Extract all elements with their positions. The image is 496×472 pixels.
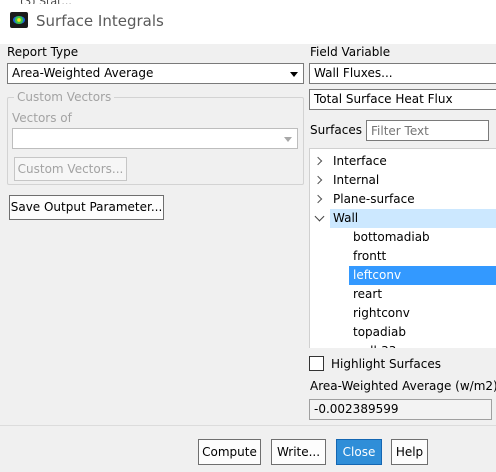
result-value-field: -0.002389599 [309, 399, 492, 420]
chevron-right-icon [313, 194, 323, 204]
close-button[interactable]: Close [336, 439, 382, 465]
write-button[interactable]: Write... [271, 439, 326, 465]
tree-item-reart[interactable]: reart [310, 285, 496, 304]
tree-group-label: Interface [333, 154, 387, 168]
tree-item-wall-33[interactable]: wall-33 [310, 342, 496, 348]
vectors-of-label: Vectors of [12, 111, 72, 125]
surfaces-filter-input[interactable] [366, 120, 489, 141]
chevron-right-icon [313, 156, 323, 166]
tree-item-label: rightconv [353, 306, 410, 320]
report-type-label: Report Type [7, 45, 79, 59]
save-output-parameter-button[interactable]: Save Output Parameter... [9, 195, 164, 220]
divider [0, 425, 496, 426]
tree-item-topadiab[interactable]: topadiab [310, 323, 496, 342]
chevron-right-icon [313, 175, 323, 185]
tree-item-label: leftconv [353, 268, 402, 282]
field-variable-category-dropdown[interactable]: Wall Fluxes... [309, 63, 496, 84]
tree-group-label: Internal [333, 173, 380, 187]
report-type-dropdown[interactable]: Area-Weighted Average [7, 63, 304, 84]
field-variable-dropdown[interactable]: Total Surface Heat Flux [309, 89, 496, 110]
highlight-surfaces-checkbox[interactable] [309, 356, 324, 371]
compute-button[interactable]: Compute [198, 439, 261, 465]
tree-item-label: bottomadiab [353, 230, 430, 244]
fluent-app-icon [10, 12, 28, 28]
chevron-down-icon [284, 137, 292, 142]
chevron-down-icon [290, 72, 298, 77]
tree-item-rightconv[interactable]: rightconv [310, 304, 496, 323]
result-label: Area-Weighted Average (w/m2) [310, 379, 496, 393]
tree-group-label: Wall [333, 211, 359, 225]
window-title: Surface Integrals [36, 12, 164, 30]
chevron-down-icon [314, 211, 325, 222]
surfaces-label: Surfaces [310, 123, 362, 137]
tree-item-label: frontt [353, 249, 387, 263]
vectors-of-dropdown[interactable] [12, 128, 298, 149]
help-button[interactable]: Help [391, 439, 428, 465]
tree-item-label: topadiab [353, 325, 406, 339]
field-variable-label: Field Variable [310, 45, 391, 59]
surfaces-tree[interactable]: Interface Internal Plane-surface Wall bo… [309, 148, 496, 348]
field-variable-selected: Total Surface Heat Flux [314, 92, 453, 106]
tree-item-frontt[interactable]: frontt [310, 247, 496, 266]
field-variable-category: Wall Fluxes... [314, 66, 393, 80]
tree-group-internal[interactable]: Internal [310, 171, 496, 190]
highlight-surfaces-label: Highlight Surfaces [331, 357, 441, 371]
tree-group-wall[interactable]: Wall [310, 209, 496, 228]
background-window-title: (3) Stat... [20, 0, 220, 4]
custom-vectors-button[interactable]: Custom Vectors... [14, 157, 127, 181]
tree-group-interface[interactable]: Interface [310, 152, 496, 171]
custom-vectors-title: Custom Vectors [14, 90, 115, 104]
tree-item-label: wall-33 [351, 342, 398, 348]
tree-item-leftconv[interactable]: leftconv [310, 266, 496, 285]
report-type-selected: Area-Weighted Average [12, 66, 154, 80]
tree-item-bottomadiab[interactable]: bottomadiab [310, 228, 496, 247]
tree-group-plane-surface[interactable]: Plane-surface [310, 190, 496, 209]
tree-item-label: reart [353, 287, 383, 301]
tree-group-label: Plane-surface [333, 192, 415, 206]
